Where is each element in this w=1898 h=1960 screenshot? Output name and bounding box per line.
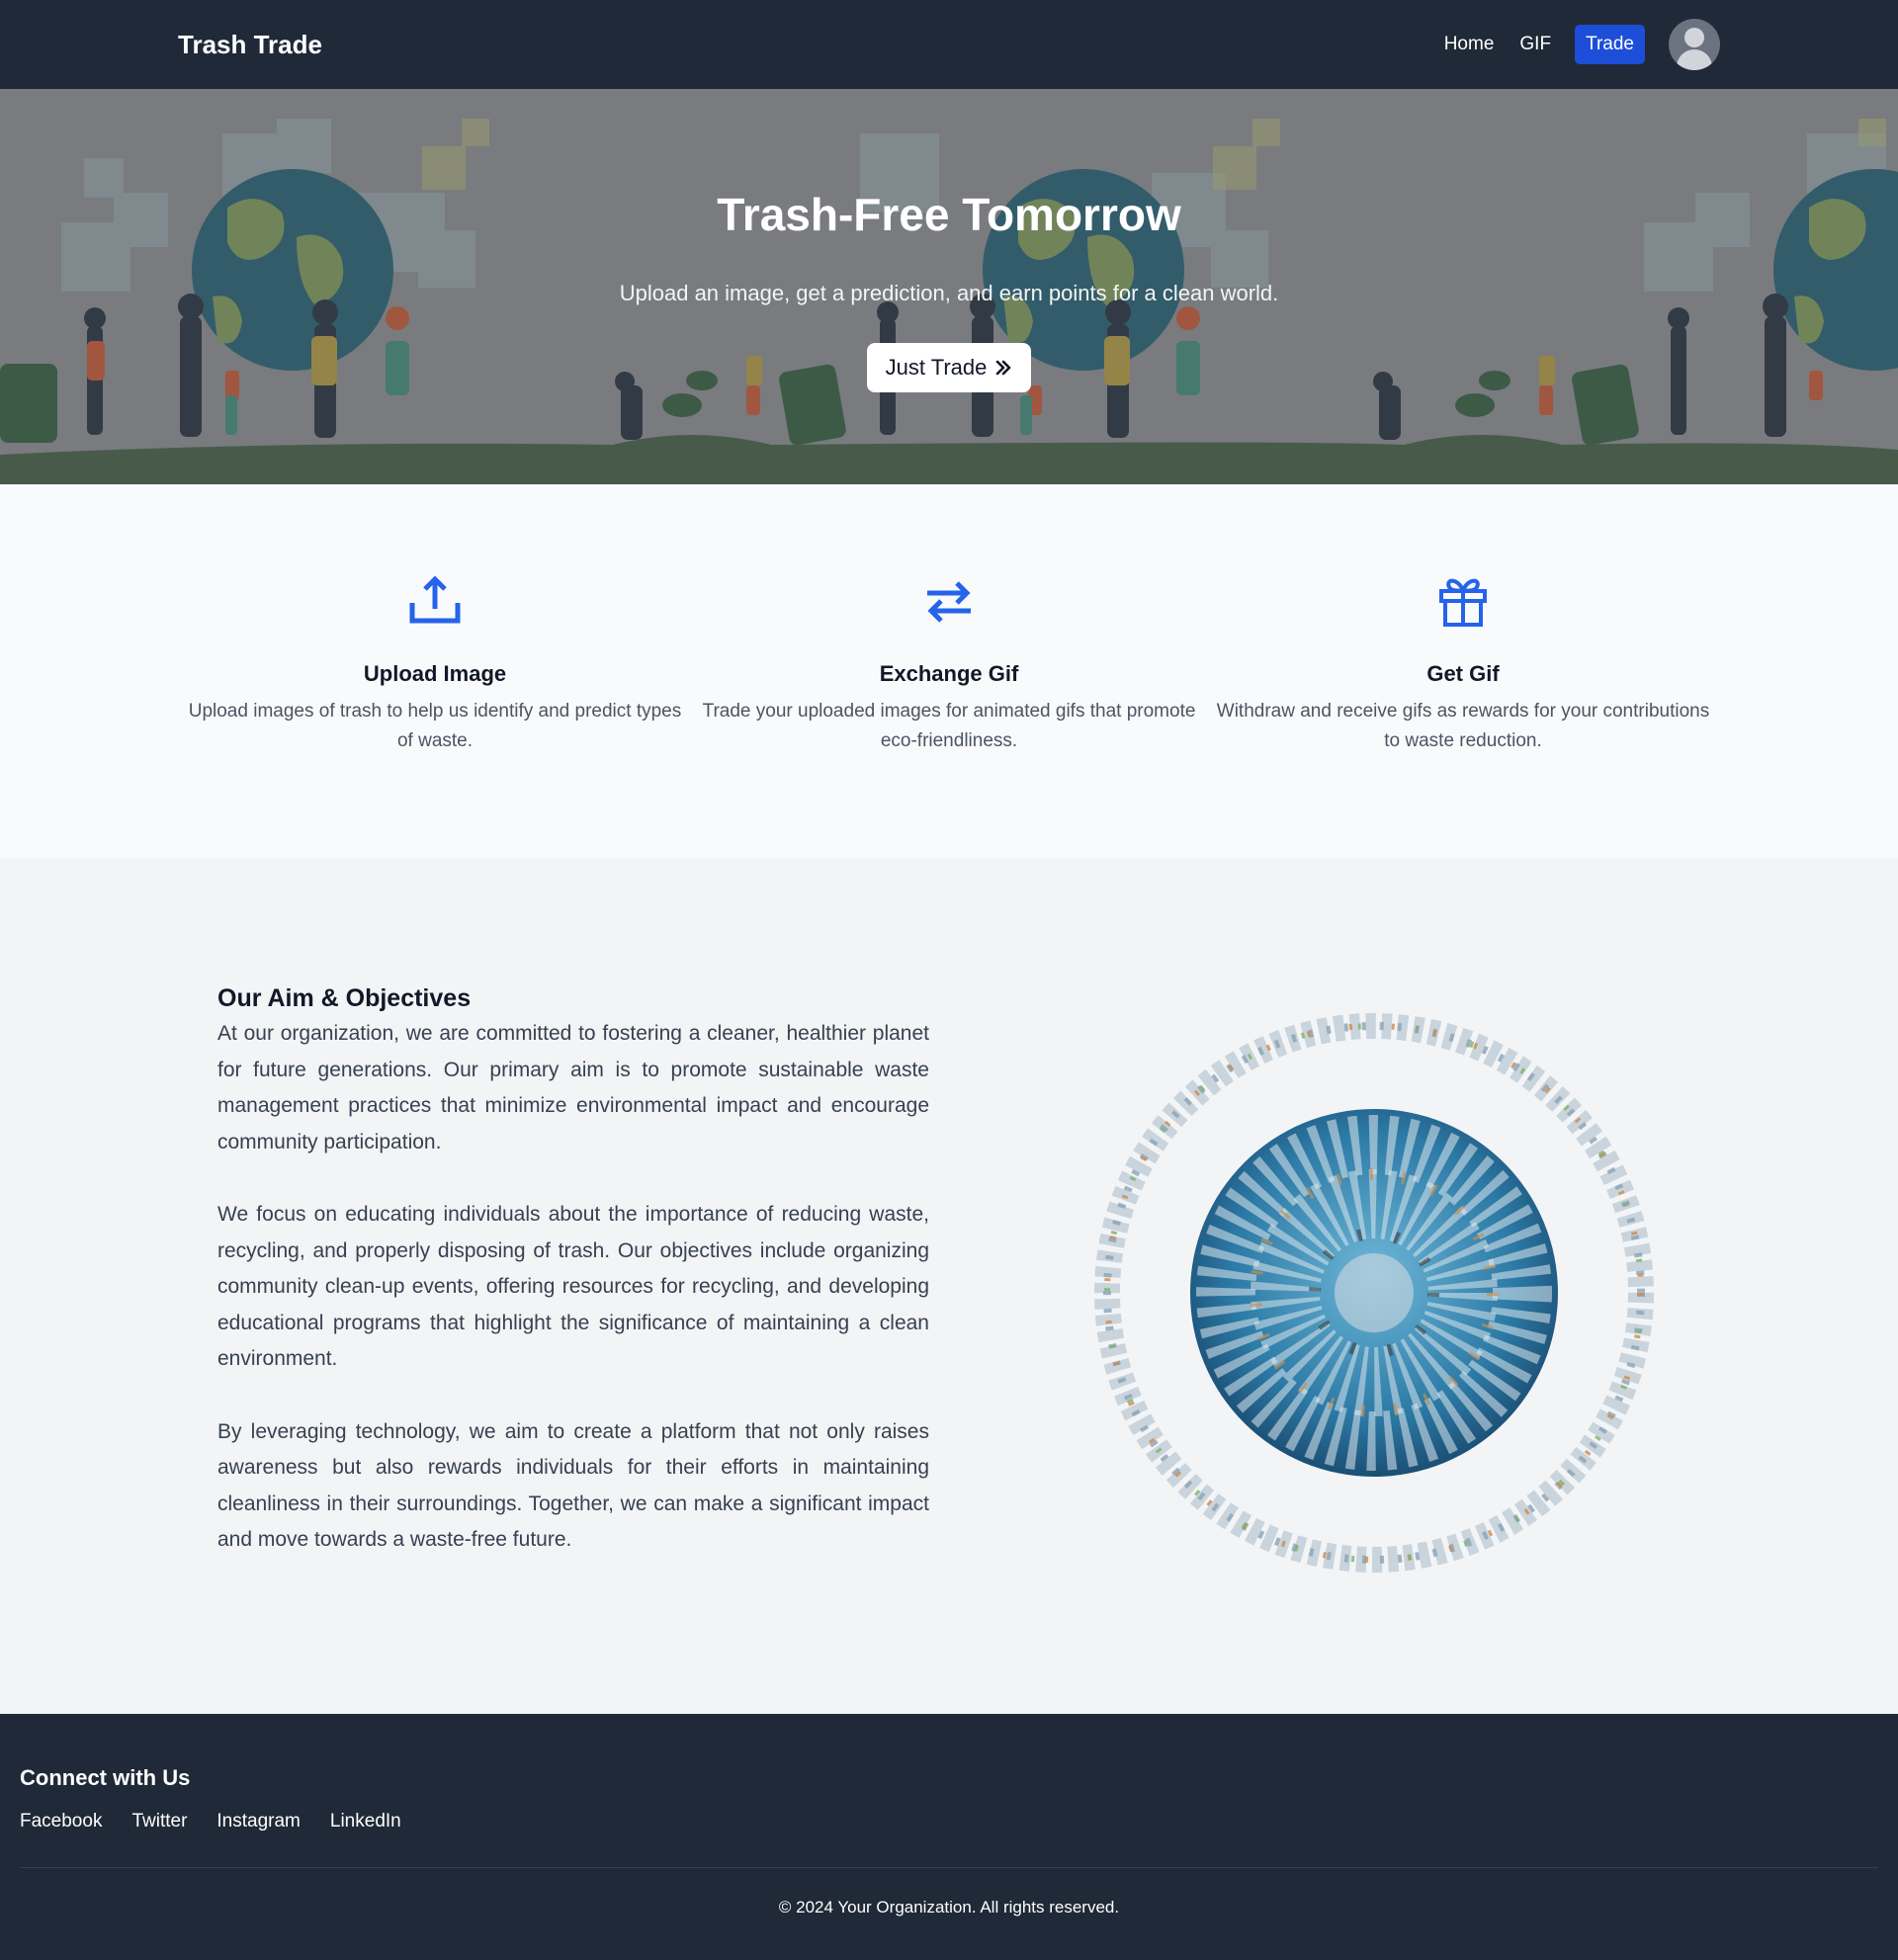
nav-home-link[interactable]: Home (1444, 26, 1495, 63)
copyright-text: © 2024 Your Organization. All rights res… (778, 1898, 1120, 1917)
feature-title: Exchange Gif (879, 661, 1019, 686)
feature-description: Withdraw and receive gifs as rewards for… (1216, 701, 1710, 751)
just-trade-button[interactable]: Just Trade (867, 343, 1031, 392)
feature-title: Upload Image (363, 661, 507, 686)
feature-get-gif: Get Gif Withdraw and receive gifs as rew… (1216, 573, 1710, 756)
navbar: Trash Trade Home GIF Trade (0, 0, 1898, 89)
aim-paragraph-2: We focus on educating individuals about … (217, 1202, 929, 1371)
hero-banner: Trash-Free Tomorrow Upload an image, get… (0, 89, 1898, 484)
aim-paragraph-1: At our organization, we are committed to… (217, 1022, 929, 1153)
hero-subtitle: Upload an image, get a prediction, and e… (619, 281, 1279, 305)
nav-trade-link[interactable]: Trade (1575, 25, 1645, 64)
hero-title: Trash-Free Tomorrow (717, 189, 1181, 240)
aim-section: Our Aim & Objectives At our organization… (0, 858, 1898, 1714)
brand-logo[interactable]: Trash Trade (178, 28, 322, 61)
gift-icon (1439, 578, 1487, 627)
footer: Connect with Us Facebook Twitter Instagr… (0, 1714, 1898, 1960)
trash-globe-image (1094, 1013, 1654, 1573)
user-avatar-icon[interactable] (1669, 19, 1720, 70)
avatar-body (1677, 49, 1712, 70)
instagram-link[interactable]: Instagram (216, 1811, 300, 1832)
aim-paragraph-3: By leveraging technology, we aim to crea… (217, 1419, 929, 1552)
twitter-link[interactable]: Twitter (131, 1811, 187, 1832)
avatar-head (1684, 28, 1704, 47)
nav-gif-link[interactable]: GIF (1519, 26, 1551, 63)
nav-links: Home GIF Trade (1419, 19, 1720, 70)
exchange-icon (927, 581, 971, 623)
aim-text: Our Aim & Objectives At our organization… (217, 980, 929, 1595)
facebook-link[interactable]: Facebook (20, 1811, 102, 1832)
upload-icon (409, 575, 461, 624)
feature-title: Get Gif (1426, 661, 1500, 686)
aim-heading: Our Aim & Objectives (217, 984, 472, 1012)
footer-heading: Connect with Us (20, 1765, 191, 1790)
just-trade-label: Just Trade (885, 355, 988, 380)
features-section: Upload Image Upload images of trash to h… (0, 484, 1898, 858)
feature-exchange-gif: Exchange Gif Trade your uploaded images … (702, 573, 1196, 756)
feature-upload-image: Upload Image Upload images of trash to h… (188, 573, 682, 756)
feature-description: Upload images of trash to help us identi… (188, 701, 682, 751)
linkedin-link[interactable]: LinkedIn (330, 1811, 401, 1832)
social-links: Facebook Twitter Instagram LinkedIn (20, 1811, 401, 1832)
footer-divider (20, 1867, 1878, 1868)
feature-description: Trade your uploaded images for animated … (702, 701, 1196, 751)
double-chevron-right-icon (996, 360, 1011, 376)
